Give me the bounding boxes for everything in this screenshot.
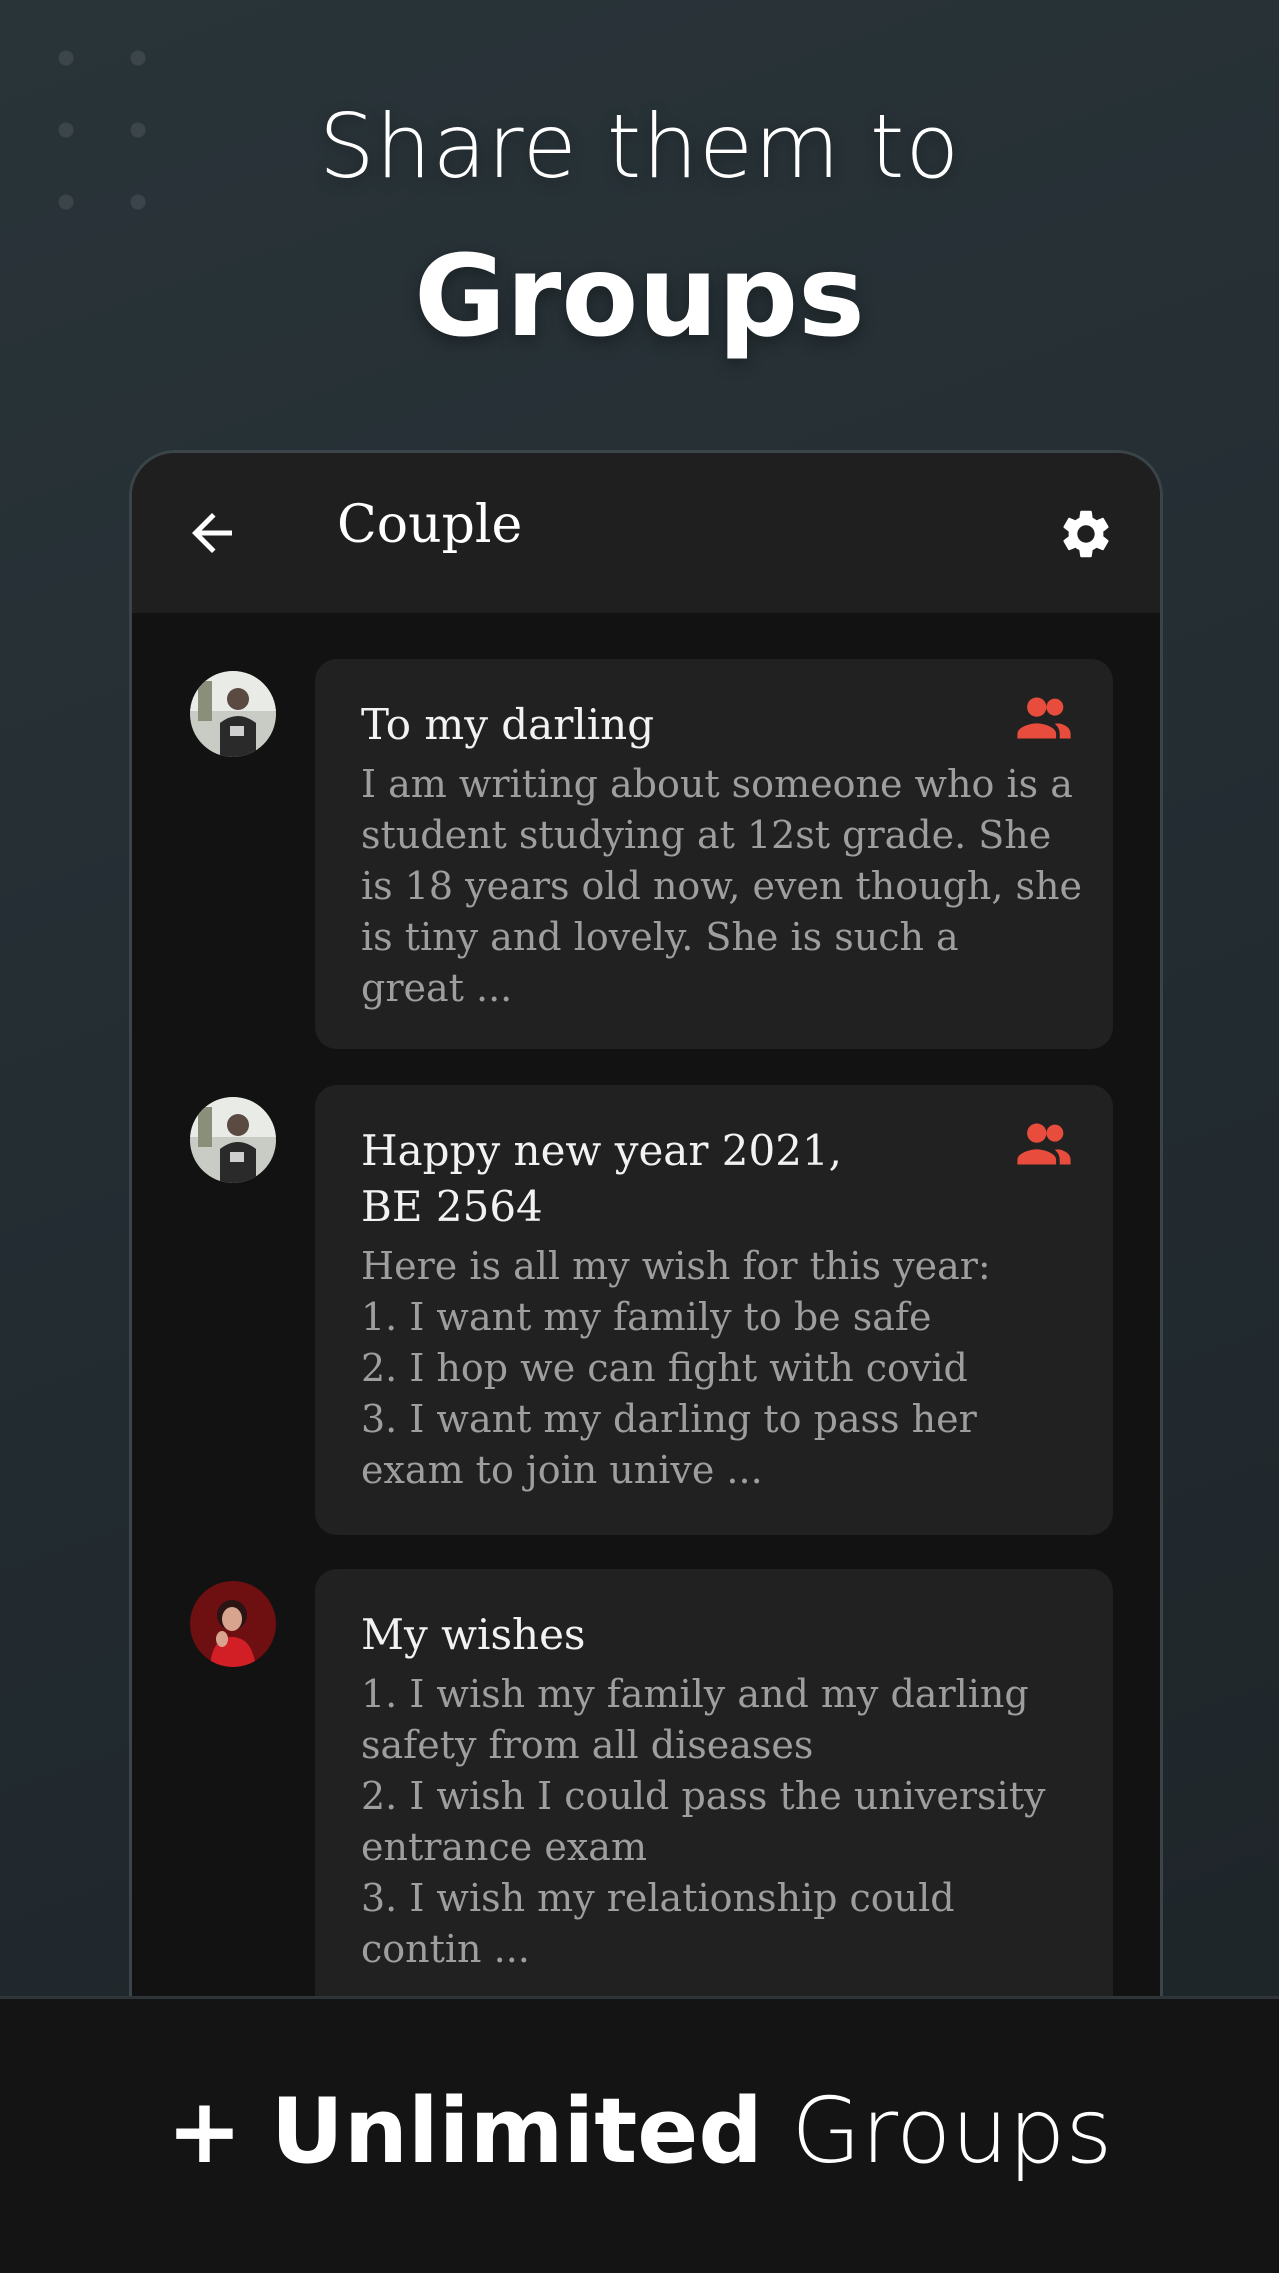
post-title: My wishes xyxy=(361,1610,586,1659)
promo-footer: + Unlimited Groups xyxy=(0,1996,1279,2273)
page-title: Couple xyxy=(337,495,523,555)
post-excerpt: 1. I wish my family and my darling safet… xyxy=(361,1672,1046,1971)
post-title: Happy new year 2021, BE 2564 xyxy=(361,1126,843,1231)
post-excerpt: Here is all my wish for this year: 1. I … xyxy=(361,1244,991,1492)
female-user-avatar xyxy=(190,1581,276,1667)
author-avatar[interactable] xyxy=(190,1097,276,1183)
app-bar: Couple xyxy=(132,453,1160,613)
author-avatar[interactable] xyxy=(190,671,276,757)
footer-rest: Groups xyxy=(791,2079,1113,2184)
group-icon xyxy=(1017,697,1071,739)
male-user-avatar xyxy=(190,671,276,757)
arrow-left-icon xyxy=(192,513,232,553)
promo-headline-strong: Groups xyxy=(414,232,865,362)
male-user-avatar xyxy=(190,1097,276,1183)
shared-group-indicator xyxy=(1015,1121,1073,1167)
footer-plus: + xyxy=(166,2079,243,2184)
group-icon xyxy=(1017,1123,1071,1165)
post-card[interactable]: To my darling I am writing about someone… xyxy=(315,659,1113,1049)
back-button[interactable] xyxy=(182,503,242,563)
promo-headline: Share them to xyxy=(318,95,961,198)
post-excerpt: I am writing about someone who is a stud… xyxy=(361,762,1082,1010)
shared-group-indicator xyxy=(1015,695,1073,741)
footer-strong: Unlimited xyxy=(270,2079,763,2184)
gear-icon xyxy=(1063,510,1109,558)
post-card[interactable]: My wishes 1. I wish my family and my dar… xyxy=(315,1569,1113,2013)
settings-button[interactable] xyxy=(1057,505,1115,563)
phone-screen: Couple To my darling I am writing about … xyxy=(129,450,1163,2013)
post-title: To my darling xyxy=(361,700,655,749)
post-card[interactable]: Happy new year 2021, BE 2564 Here is all… xyxy=(315,1085,1113,1535)
promo-footer-text: + Unlimited Groups xyxy=(0,2079,1279,2184)
author-avatar[interactable] xyxy=(190,1581,276,1667)
